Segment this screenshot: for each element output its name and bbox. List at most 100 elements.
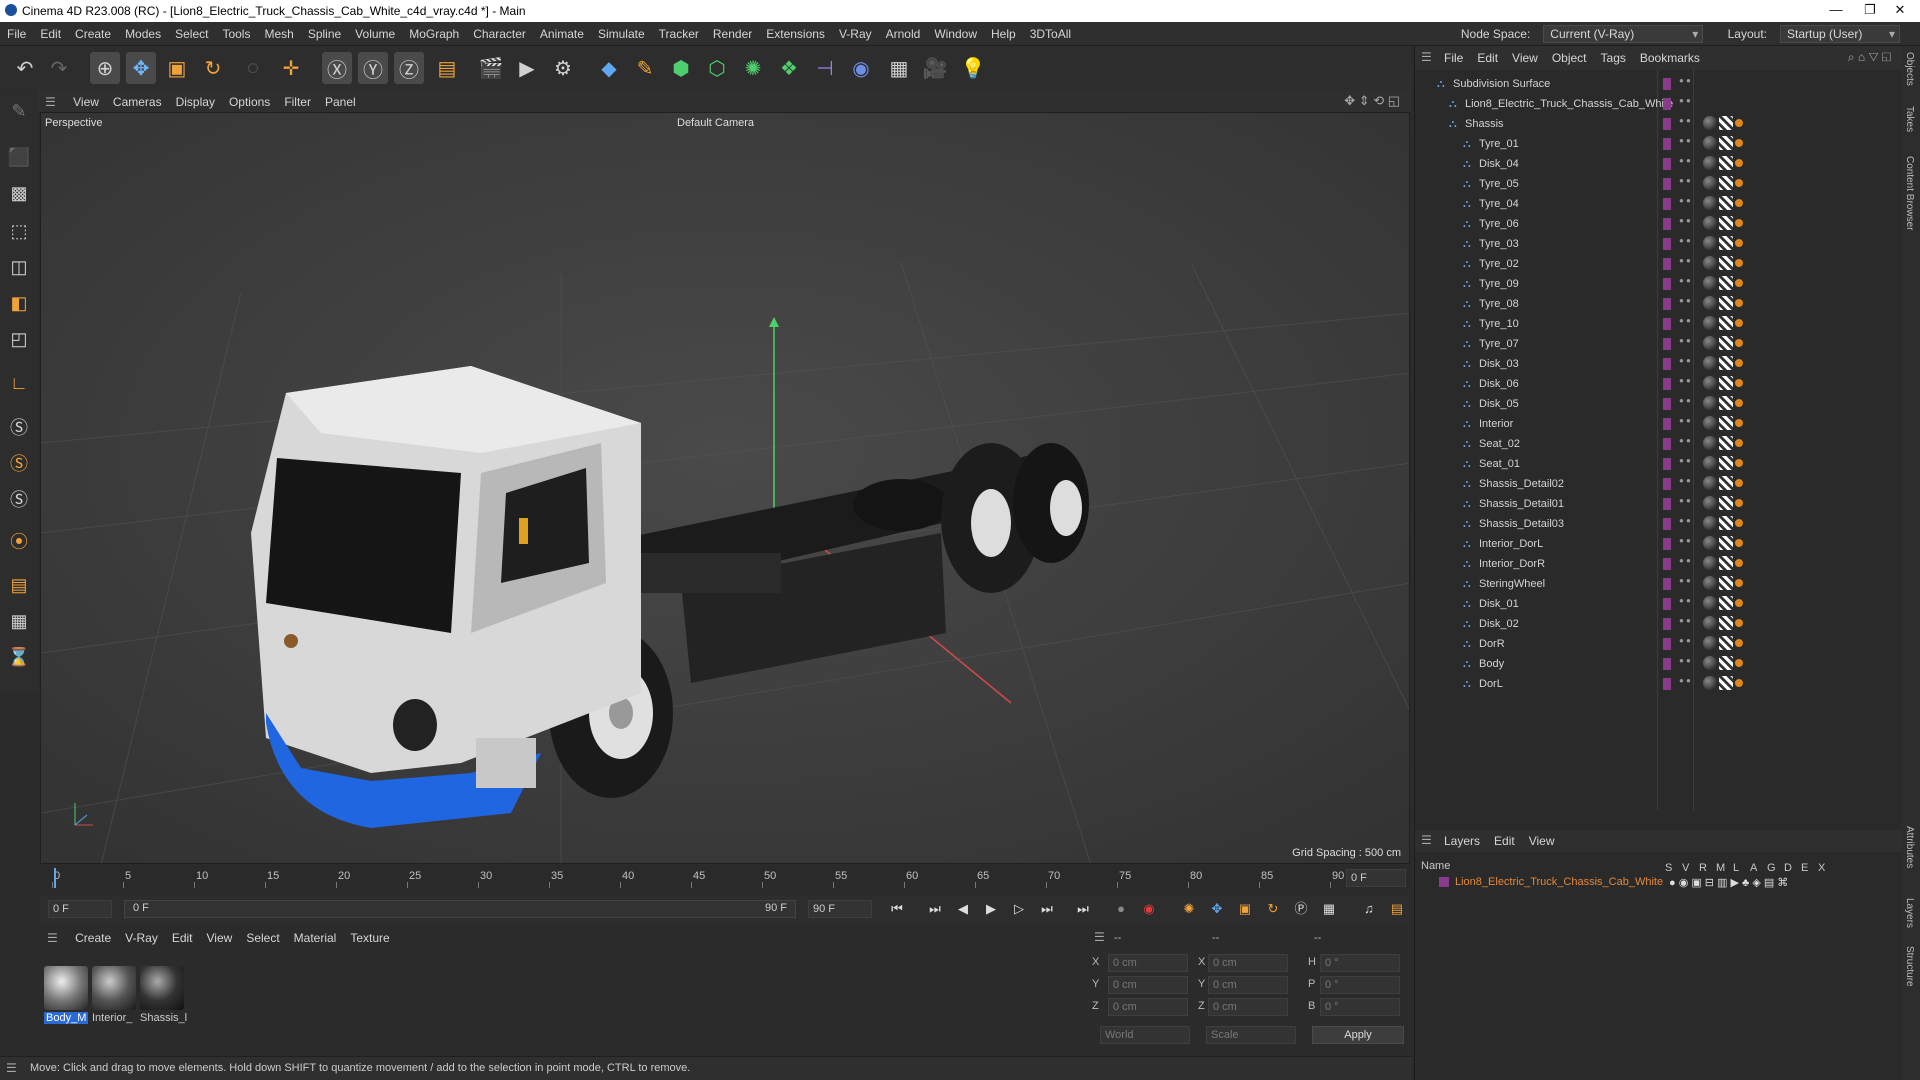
vray-tag-icon[interactable] — [1735, 439, 1743, 447]
material-tag-icon[interactable] — [1703, 316, 1717, 330]
polygons-mode-icon[interactable]: ◧ — [4, 288, 34, 318]
vray-tag-icon[interactable] — [1735, 479, 1743, 487]
layer-color-swatch[interactable] — [1663, 658, 1671, 670]
vray-tag-icon[interactable] — [1735, 659, 1743, 667]
live-select-icon[interactable]: ◌ — [238, 52, 268, 84]
camera-icon[interactable]: 🎥 — [920, 52, 950, 84]
material-tag-icon[interactable] — [1703, 136, 1717, 150]
object-row[interactable]: ⛬ Tyre_10 ● ● — [1415, 314, 1903, 334]
layer-name[interactable]: Lion8_Electric_Truck_Chassis_Cab_White — [1455, 876, 1663, 888]
vray-tag-icon[interactable] — [1735, 359, 1743, 367]
material-menu-material[interactable]: Material — [287, 926, 344, 950]
layer-color-swatch[interactable] — [1663, 518, 1671, 530]
texture-tag-icon[interactable] — [1719, 536, 1733, 550]
key-param-icon[interactable]: Ⓟ — [1290, 899, 1312, 919]
menu-tracker[interactable]: Tracker — [652, 22, 706, 46]
texture-tag-icon[interactable] — [1719, 216, 1733, 230]
texture-tag-icon[interactable] — [1719, 476, 1733, 490]
texture-tag-icon[interactable] — [1719, 196, 1733, 210]
material-tag-icon[interactable] — [1703, 556, 1717, 570]
material-tag-icon[interactable] — [1703, 256, 1717, 270]
menu-create[interactable]: Create — [68, 22, 118, 46]
layer-color-swatch[interactable] — [1663, 618, 1671, 630]
texture-tag-icon[interactable] — [1719, 396, 1733, 410]
material-tag-icon[interactable] — [1703, 236, 1717, 250]
menu-arnold[interactable]: Arnold — [879, 22, 928, 46]
object-row[interactable]: ⛬ Lion8_Electric_Truck_Chassis_Cab_White ●… — [1415, 94, 1903, 114]
layer-color-swatch[interactable] — [1663, 118, 1671, 130]
viewport-hamburger-icon[interactable]: ☰ — [38, 90, 63, 114]
scale-tool-icon[interactable]: ▣ — [162, 52, 192, 84]
model-mode-icon[interactable]: ⬛ — [4, 142, 34, 172]
vray-tag-icon[interactable] — [1735, 159, 1743, 167]
array-icon[interactable]: ❖ — [774, 52, 804, 84]
visibility-dots-icon[interactable]: ● ● — [1679, 417, 1691, 425]
auto-key-icon[interactable]: ◉ — [1138, 899, 1160, 919]
object-row[interactable]: ⛬ Shassis_Detail03 ● ● — [1415, 514, 1903, 534]
menu-mograph[interactable]: MoGraph — [402, 22, 466, 46]
texture-tag-icon[interactable] — [1719, 616, 1733, 630]
layer-color-swatch[interactable] — [1663, 198, 1671, 210]
side-tab-takes[interactable]: Takes — [1904, 106, 1915, 132]
z-axis-icon[interactable]: Ⓩ — [394, 52, 424, 84]
material-tag-icon[interactable] — [1703, 376, 1717, 390]
material-tag-icon[interactable] — [1703, 576, 1717, 590]
vray-tag-icon[interactable] — [1735, 419, 1743, 427]
vray-tag-icon[interactable] — [1735, 599, 1743, 607]
texture-tag-icon[interactable] — [1719, 456, 1733, 470]
visibility-dots-icon[interactable]: ● ● — [1679, 557, 1691, 565]
material-swatch-shassis[interactable] — [140, 966, 184, 1010]
coord-system-select[interactable]: World — [1100, 1026, 1190, 1044]
texture-tag-icon[interactable] — [1719, 356, 1733, 370]
texture-tag-icon[interactable] — [1719, 556, 1733, 570]
layer-color-swatch[interactable] — [1663, 78, 1671, 90]
vray-tag-icon[interactable] — [1735, 299, 1743, 307]
object-row[interactable]: ⛬ Tyre_08 ● ● — [1415, 294, 1903, 314]
visibility-dots-icon[interactable]: ● ● — [1679, 257, 1691, 265]
material-tag-icon[interactable] — [1703, 276, 1717, 290]
layer-color-swatch[interactable] — [1663, 138, 1671, 150]
object-row[interactable]: ⛬ Shassis_Detail01 ● ● — [1415, 494, 1903, 514]
coord-field-h[interactable]: 0 ° — [1320, 954, 1400, 972]
material-tag-icon[interactable] — [1703, 336, 1717, 350]
visibility-dots-icon[interactable]: ● ● — [1679, 397, 1691, 405]
layer-color-swatch[interactable] — [1663, 418, 1671, 430]
object-row[interactable]: ⛬ Disk_02 ● ● — [1415, 614, 1903, 634]
layer-color-swatch[interactable] — [1663, 638, 1671, 650]
vray-tag-icon[interactable] — [1735, 539, 1743, 547]
material-menu-view[interactable]: View — [200, 926, 240, 950]
texture-mode-icon[interactable]: ▩ — [4, 178, 34, 208]
vray-tag-icon[interactable] — [1735, 239, 1743, 247]
layer-color-swatch[interactable] — [1663, 338, 1671, 350]
material-tag-icon[interactable] — [1703, 196, 1717, 210]
frame-range-slider[interactable]: 0 F 90 F — [124, 900, 796, 918]
layer-color-swatch[interactable] — [1663, 358, 1671, 370]
material-tag-icon[interactable] — [1703, 456, 1717, 470]
y-axis-icon[interactable]: Ⓨ — [358, 52, 388, 84]
timeline-layout-icon[interactable]: ▤ — [1386, 899, 1408, 919]
side-tab-objects[interactable]: Objects — [1904, 52, 1915, 86]
key-sel-icon[interactable]: ✺ — [1178, 899, 1200, 919]
undo-icon[interactable]: ↶ — [10, 52, 40, 84]
layer-color-swatch[interactable] — [1663, 478, 1671, 490]
object-row[interactable]: ⛬ Tyre_09 ● ● — [1415, 274, 1903, 294]
layer-color-swatch[interactable] — [1663, 378, 1671, 390]
object-row[interactable]: ⛬ Shassis_Detail02 ● ● — [1415, 474, 1903, 494]
deformer-icon[interactable]: ⊣ — [810, 52, 840, 84]
menu-edit[interactable]: Edit — [33, 22, 68, 46]
menu-v-ray[interactable]: V-Ray — [832, 22, 879, 46]
menu-file[interactable]: File — [0, 22, 33, 46]
object-row[interactable]: ⛬ Tyre_05 ● ● — [1415, 174, 1903, 194]
material-tag-icon[interactable] — [1703, 116, 1717, 130]
timeline-ruler[interactable]: 0 5 10 15 20 25 30 35 40 45 50 55 60 65 70 75 80 85 90 0 F — [40, 866, 1410, 890]
menu-select[interactable]: Select — [168, 22, 215, 46]
object-search-icons[interactable]: ⌕ ⌂ ▽ ◱ — [1848, 50, 1891, 65]
vray-tag-icon[interactable] — [1735, 639, 1743, 647]
status-hamburger-icon[interactable]: ☰ — [6, 1061, 17, 1075]
visibility-dots-icon[interactable]: ● ● — [1679, 457, 1691, 465]
render-settings-icon[interactable]: ⚙ — [548, 52, 578, 84]
visibility-dots-icon[interactable]: ● ● — [1679, 197, 1691, 205]
texture-tag-icon[interactable] — [1719, 336, 1733, 350]
object-row[interactable]: ⛬ DorL ● ● — [1415, 674, 1903, 694]
layer-color-swatch[interactable] — [1663, 278, 1671, 290]
